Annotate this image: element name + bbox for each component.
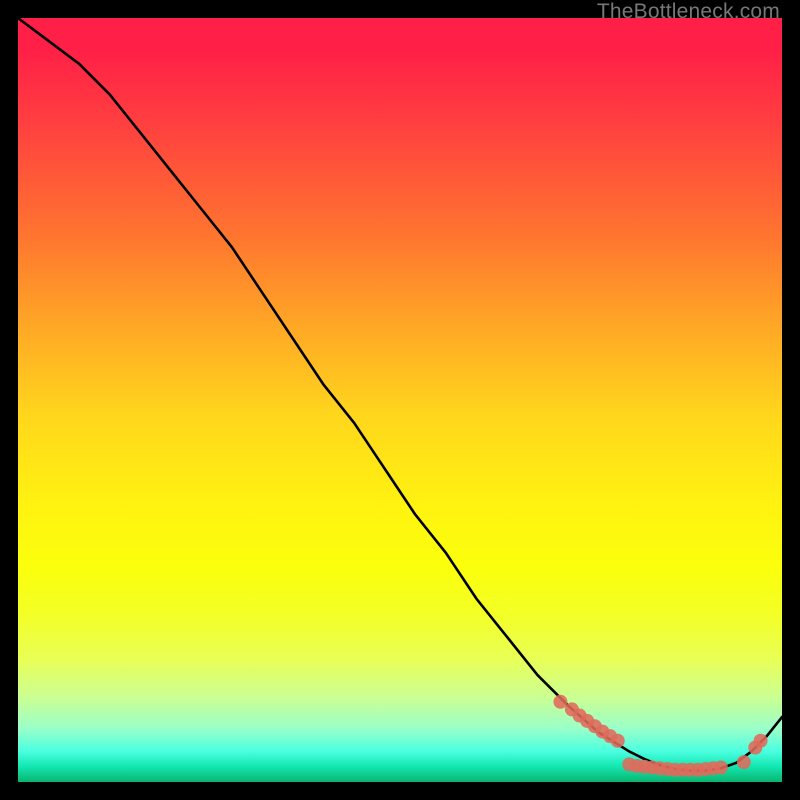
- chart-container: TheBottleneck.com: [0, 0, 800, 800]
- plot-area: [18, 18, 782, 782]
- chart-overlay: [18, 18, 782, 782]
- attribution-text: TheBottleneck.com: [597, 0, 780, 24]
- chart-line: [18, 18, 782, 771]
